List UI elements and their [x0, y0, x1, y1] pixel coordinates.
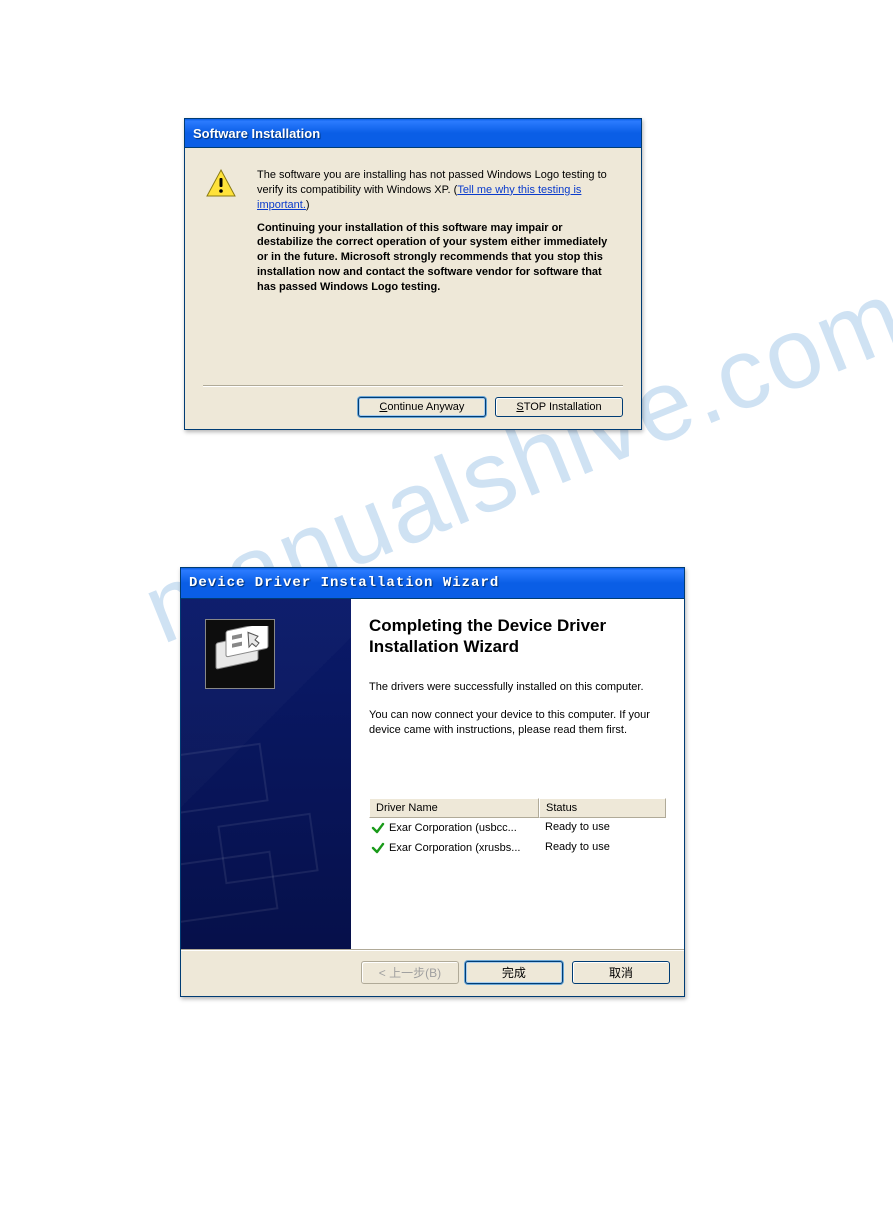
check-icon: [371, 821, 385, 835]
dialog-titlebar[interactable]: Device Driver Installation Wizard: [181, 568, 684, 599]
wizard-heading: Completing the Device Driver Installatio…: [369, 615, 666, 658]
wizard-instruction-message: You can now connect your device to this …: [369, 708, 666, 738]
finish-button[interactable]: 完成: [465, 961, 563, 984]
back-button: < 上一步(B): [361, 961, 459, 984]
driver-table: Driver Name Status Exar Corporation (usb…: [369, 798, 666, 858]
warning-icon: [205, 168, 237, 200]
cancel-button[interactable]: 取消: [572, 961, 670, 984]
device-driver-wizard-dialog: Device Driver Installation Wizard Comple…: [180, 567, 685, 997]
warning-message-intro: The software you are installing has not …: [257, 168, 621, 213]
table-header: Driver Name Status: [369, 798, 666, 818]
driver-status-cell: Ready to use: [539, 840, 666, 856]
dialog-title: Software Installation: [193, 126, 320, 141]
wizard-sidebar-image: [181, 599, 351, 949]
software-installation-dialog: Software Installation The software you a…: [184, 118, 642, 430]
continue-anyway-button[interactable]: Continue Anyway: [358, 397, 486, 417]
table-row: Exar Corporation (usbcc... Ready to use: [369, 818, 666, 838]
driver-name-cell: Exar Corporation (xrusbs...: [389, 842, 520, 854]
driver-status-cell: Ready to use: [539, 820, 666, 836]
warning-message-bold: Continuing your installation of this sof…: [257, 221, 621, 295]
check-icon: [371, 841, 385, 855]
stop-installation-button[interactable]: STOP Installation: [495, 397, 623, 417]
driver-card-icon: [212, 626, 270, 684]
dialog-titlebar[interactable]: Software Installation: [185, 119, 641, 148]
dialog-title: Device Driver Installation Wizard: [189, 575, 499, 591]
wizard-success-message: The drivers were successfully installed …: [369, 680, 666, 695]
table-row: Exar Corporation (xrusbs... Ready to use: [369, 838, 666, 858]
driver-name-cell: Exar Corporation (usbcc...: [389, 822, 517, 834]
column-driver-name[interactable]: Driver Name: [369, 798, 539, 818]
column-status[interactable]: Status: [539, 798, 666, 818]
